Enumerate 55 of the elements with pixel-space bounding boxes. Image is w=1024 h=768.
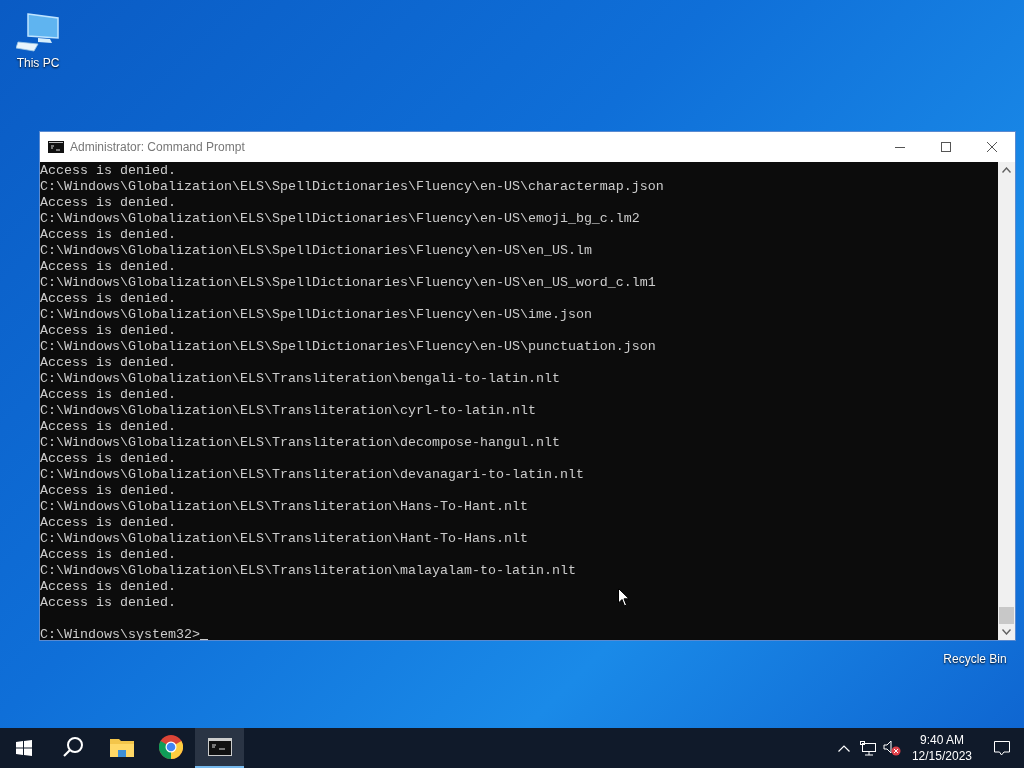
console-line: Access is denied. <box>40 579 176 595</box>
console-icon <box>207 738 232 756</box>
desktop-icon-label[interactable]: This PC <box>16 56 60 70</box>
maximize-icon <box>941 142 951 152</box>
console-line: C:\Windows\Globalization\ELS\SpellDictionaries\Fluency\en-US\charactermap.json <box>40 179 664 195</box>
console-line: Access is denied. <box>40 163 176 179</box>
clock[interactable]: 9:40 AM 12/15/2023 <box>903 732 980 764</box>
console-line: C:\Windows\Globalization\ELS\Transliteration\cyrl-to-latin.nlt <box>40 403 536 419</box>
speech-bubble-icon <box>994 740 1010 756</box>
windows-logo-icon <box>16 740 32 756</box>
console-line: Access is denied. <box>40 595 176 611</box>
scroll-up-icon[interactable] <box>1002 167 1011 173</box>
mouse-pointer-icon <box>618 588 630 607</box>
console-icon <box>48 141 64 153</box>
scrollbar[interactable] <box>998 162 1015 640</box>
search-icon <box>61 736 84 758</box>
console-line: Access is denied. <box>40 291 176 307</box>
console-line: C:\Windows\Globalization\ELS\Transliteration\malayalam-to-latin.nlt <box>40 563 576 579</box>
console-line: C:\Windows\Globalization\ELS\Transliteration\devanagari-to-latin.nlt <box>40 467 584 483</box>
scrollbar-thumb[interactable] <box>999 607 1014 624</box>
console-line: C:\Windows\Globalization\ELS\SpellDictionaries\Fluency\en-US\punctuation.json <box>40 339 656 355</box>
chevron-up-icon[interactable] <box>837 744 850 752</box>
console-prompt: C:\Windows\system32> <box>40 627 200 640</box>
console-line: Access is denied. <box>40 419 176 435</box>
muted-speaker-icon[interactable] <box>882 740 901 756</box>
console-line: C:\Windows\Globalization\ELS\SpellDictionaries\Fluency\en-US\ime.json <box>40 307 592 323</box>
console-line: Access is denied. <box>40 515 176 531</box>
clock-date: 12/15/2023 <box>911 748 972 764</box>
console-line: Access is denied. <box>40 227 176 243</box>
console-line: C:\Windows\Globalization\ELS\SpellDictionaries\Fluency\en-US\emoji_bg_c.lm2 <box>40 211 640 227</box>
console-line: C:\Windows\Globalization\ELS\SpellDictionaries\Fluency\en-US\en_US.lm <box>40 243 592 259</box>
network-icon[interactable] <box>859 740 876 756</box>
window-title: Administrator: Command Prompt <box>70 139 245 156</box>
taskbar-app-button[interactable] <box>195 728 244 768</box>
console-line: Access is denied. <box>40 195 176 211</box>
console-line: C:\Windows\Globalization\ELS\Transliteration\bengali-to-latin.nlt <box>40 371 560 387</box>
computer-icon <box>16 10 60 52</box>
console-line: C:\Windows\Globalization\ELS\SpellDictionaries\Fluency\en-US\en_US_word_c.lm1 <box>40 275 656 291</box>
console-line: Access is denied. <box>40 387 176 403</box>
console-line: C:\Windows\Globalization\ELS\Transliteration\decompose-hangul.nlt <box>40 435 560 451</box>
scroll-down-icon[interactable] <box>1002 629 1011 635</box>
console-line: Access is denied. <box>40 355 176 371</box>
browser-icon <box>158 735 183 759</box>
clock-time: 9:40 AM <box>919 732 964 748</box>
console-line: C:\Windows\Globalization\ELS\Transliteration\Hant-To-Hans.nlt <box>40 531 528 547</box>
console-line: Access is denied. <box>40 483 176 499</box>
close-icon <box>987 142 997 152</box>
console-line: Access is denied. <box>40 323 176 339</box>
console-line: Access is denied. <box>40 259 176 275</box>
console-line: Access is denied. <box>40 547 176 563</box>
console-line: Access is denied. <box>40 451 176 467</box>
desktop-icon-label[interactable]: Recycle Bin <box>943 652 1007 666</box>
folder-icon <box>109 737 134 757</box>
console-line: C:\Windows\Globalization\ELS\Transliteration\Hans-To-Hant.nlt <box>40 499 528 515</box>
minimize-icon <box>895 146 905 148</box>
